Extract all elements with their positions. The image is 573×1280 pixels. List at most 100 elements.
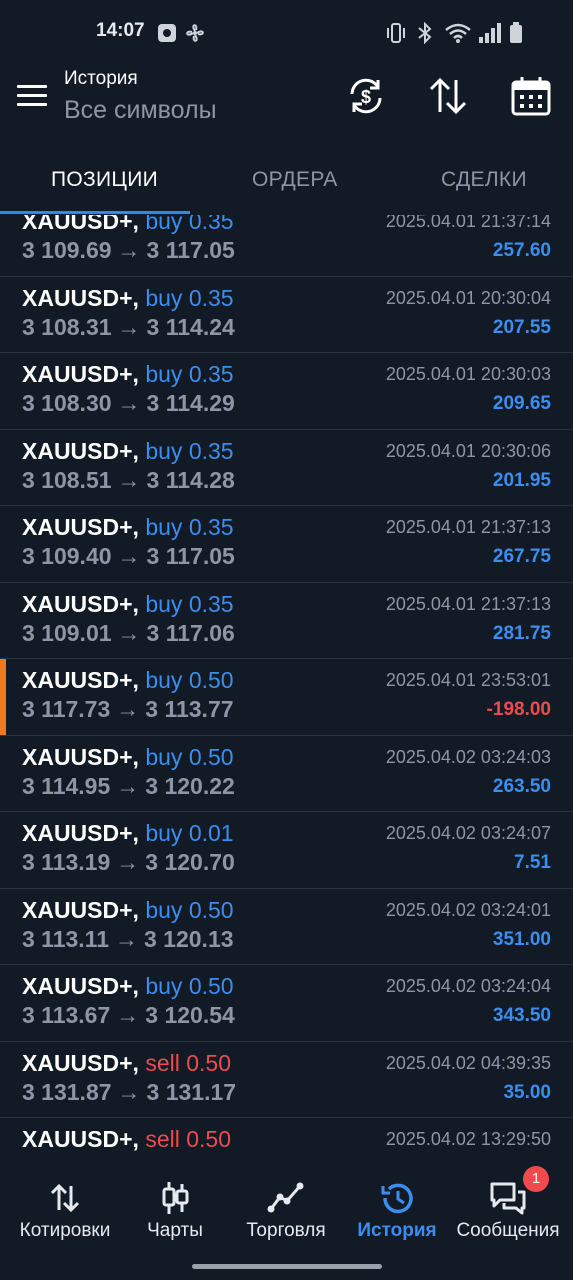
close-price: 3 117.05 <box>146 543 235 569</box>
position-row[interactable]: XAUUSD+, buy 0.35 3 108.30 → 3 114.29 2025.0… <box>0 353 573 430</box>
wifi-icon <box>445 23 471 43</box>
position-row[interactable]: XAUUSD+, buy 0.50 3 113.67 → 3 120.54 2025.0… <box>0 965 573 1042</box>
position-row[interactable]: XAUUSD+, sell 0.50 3 131.87 → 3 131.17 2025.… <box>0 1042 573 1118</box>
close-price: 3 114.29 <box>146 390 235 416</box>
currency-exchange-icon[interactable]: $ <box>344 74 388 118</box>
position-prices: 3 114.95 → 3 120.22 <box>22 773 235 800</box>
history-tabs: ПОЗИЦИИ ОРДЕРА СДЕЛКИ <box>0 152 573 214</box>
symbol-filter[interactable]: Все символы <box>64 96 217 125</box>
open-price: 3 117.73 <box>22 696 111 722</box>
close-price: 3 120.22 <box>145 772 235 799</box>
position-profit: -198.00 <box>486 699 551 720</box>
nav-messages-label: Сообщения <box>456 1220 560 1241</box>
menu-icon[interactable] <box>17 85 47 107</box>
trade-volume: 0.50 <box>188 667 234 693</box>
nav-charts-label: Чарты <box>147 1220 203 1241</box>
candles-icon <box>162 1182 189 1214</box>
tab-deals[interactable]: СДЕЛКИ <box>441 168 527 192</box>
position-row[interactable]: XAUUSD+, buy 0.50 3 114.95 → 3 120.22 2025.0… <box>0 736 573 812</box>
symbol-name: XAUUSD+, <box>22 514 139 540</box>
symbol-name: XAUUSD+, <box>22 361 139 387</box>
open-price: 3 108.30 <box>22 390 112 416</box>
symbol-name: XAUUSD+, <box>22 973 139 999</box>
position-row[interactable]: XAUUSD+, buy 0.35 3 108.31 → 3 114.24 2025.0… <box>0 277 573 353</box>
trade-side: buy <box>145 514 183 540</box>
home-indicator[interactable] <box>192 1264 382 1269</box>
close-price: 3 113.77 <box>145 696 234 722</box>
arrow-icon: → <box>115 925 138 952</box>
chat-icon <box>490 1182 526 1215</box>
close-price: 3 117.06 <box>146 619 235 646</box>
app-header: История Все символы $ <box>0 64 573 152</box>
trade-side: buy <box>145 743 183 770</box>
position-symbol: XAUUSD+, buy 0.35 <box>22 514 234 541</box>
position-prices: 3 113.67 → 3 120.54 <box>22 1002 235 1029</box>
trade-volume: 0.50 <box>188 896 234 923</box>
symbol-name: XAUUSD+, <box>22 820 139 846</box>
bluetooth-icon <box>418 22 432 44</box>
symbol-name: XAUUSD+, <box>22 437 139 464</box>
trade-side: sell <box>145 1049 180 1076</box>
position-prices: 3 117.73 → 3 113.77 <box>22 696 234 723</box>
trade-side: buy <box>145 590 183 617</box>
bottom-navigation: Котировки Чарты Торговля История 1 Сообщ… <box>0 1160 573 1280</box>
position-prices: 3 108.51 → 3 114.28 <box>22 467 235 494</box>
position-row[interactable]: XAUUSD+, buy 0.50 3 113.11 → 3 120.13 2025.0… <box>0 889 573 965</box>
position-profit: 263.50 <box>492 775 551 797</box>
nav-history[interactable]: История <box>340 1160 454 1260</box>
position-time: 2025.04.02 13:29:50 <box>385 1129 551 1149</box>
position-profit: 209.65 <box>492 393 551 414</box>
position-profit: 351.00 <box>492 928 551 950</box>
position-row[interactable]: XAUUSD+, buy 0.35 3 109.01 → 3 117.06 2025.0… <box>0 583 573 659</box>
close-price: 3 120.54 <box>145 1002 235 1028</box>
close-price: 3 114.24 <box>146 313 235 340</box>
signal-icon <box>479 23 501 43</box>
nav-quotes[interactable]: Котировки <box>8 1160 122 1260</box>
svg-text:$: $ <box>361 87 371 107</box>
close-price: 3 131.17 <box>146 1078 237 1105</box>
arrow-icon: → <box>116 1002 140 1028</box>
status-time: 14:07 <box>96 20 145 41</box>
position-row[interactable]: XAUUSD+, buy 0.35 3 108.51 → 3 114.28 2025.0… <box>0 430 573 506</box>
position-prices: 3 108.30 → 3 114.29 <box>22 390 235 417</box>
open-price: 3 114.95 <box>22 772 111 799</box>
position-time: 2025.04.02 03:24:07 <box>385 823 551 843</box>
trade-volume: 0.35 <box>188 590 234 617</box>
position-row[interactable]: XAUUSD+, buy 0.35 3 109.40 → 3 117.05 2025.0… <box>0 506 573 583</box>
nav-messages[interactable]: 1 Сообщения <box>451 1160 565 1260</box>
trade-volume: 0.50 <box>188 743 234 770</box>
symbol-name: XAUUSD+, <box>22 1049 139 1076</box>
nav-quotes-label: Котировки <box>19 1220 111 1241</box>
open-price: 3 113.11 <box>22 925 109 952</box>
position-symbol: XAUUSD+, buy 0.50 <box>22 667 234 694</box>
position-profit: 343.50 <box>492 1005 551 1026</box>
page-title: История <box>64 68 138 89</box>
vibrate-icon <box>387 23 405 43</box>
battery-icon <box>510 22 522 43</box>
trade-volume: 0.50 <box>186 1049 232 1076</box>
history-icon <box>381 1183 413 1214</box>
trade-side: sell <box>145 1126 180 1152</box>
open-price: 3 131.87 <box>22 1078 112 1105</box>
position-row[interactable]: XAUUSD+, buy 0.35 3 109.69 → 3 117.05 2025.0… <box>0 215 573 277</box>
sort-icon[interactable] <box>426 74 470 118</box>
status-bar: 14:07 <box>0 0 573 64</box>
tab-positions[interactable]: ПОЗИЦИИ <box>51 168 158 192</box>
nav-charts[interactable]: Чарты <box>118 1160 232 1260</box>
position-prices: 3 131.87 → 3 131.17 <box>22 1079 236 1106</box>
calendar-icon[interactable] <box>509 74 553 118</box>
position-row[interactable]: XAUUSD+, buy 0.50 3 117.73 → 3 113.77 2025.0… <box>0 659 573 736</box>
position-row[interactable]: XAUUSD+, sell 0.50 2025.04.02 13:29:50 <box>0 1118 573 1160</box>
trade-volume: 0.35 <box>188 215 234 234</box>
trade-side: buy <box>145 820 183 846</box>
position-row[interactable]: XAUUSD+, buy 0.01 3 113.19 → 3 120.70 2025.0… <box>0 812 573 889</box>
position-time: 2025.04.01 23:53:01 <box>385 670 551 690</box>
tab-orders[interactable]: ОРДЕРА <box>252 168 338 192</box>
position-symbol: XAUUSD+, buy 0.35 <box>22 361 234 388</box>
positions-list[interactable]: XAUUSD+, buy 0.35 3 109.69 → 3 117.05 2025.0… <box>0 215 573 1160</box>
position-symbol: XAUUSD+, buy 0.35 <box>22 285 234 312</box>
position-time: 2025.04.01 20:30:03 <box>385 364 551 384</box>
position-profit: 207.55 <box>492 316 551 338</box>
nav-trade[interactable]: Торговля <box>229 1160 343 1260</box>
position-profit: 267.75 <box>492 546 551 567</box>
